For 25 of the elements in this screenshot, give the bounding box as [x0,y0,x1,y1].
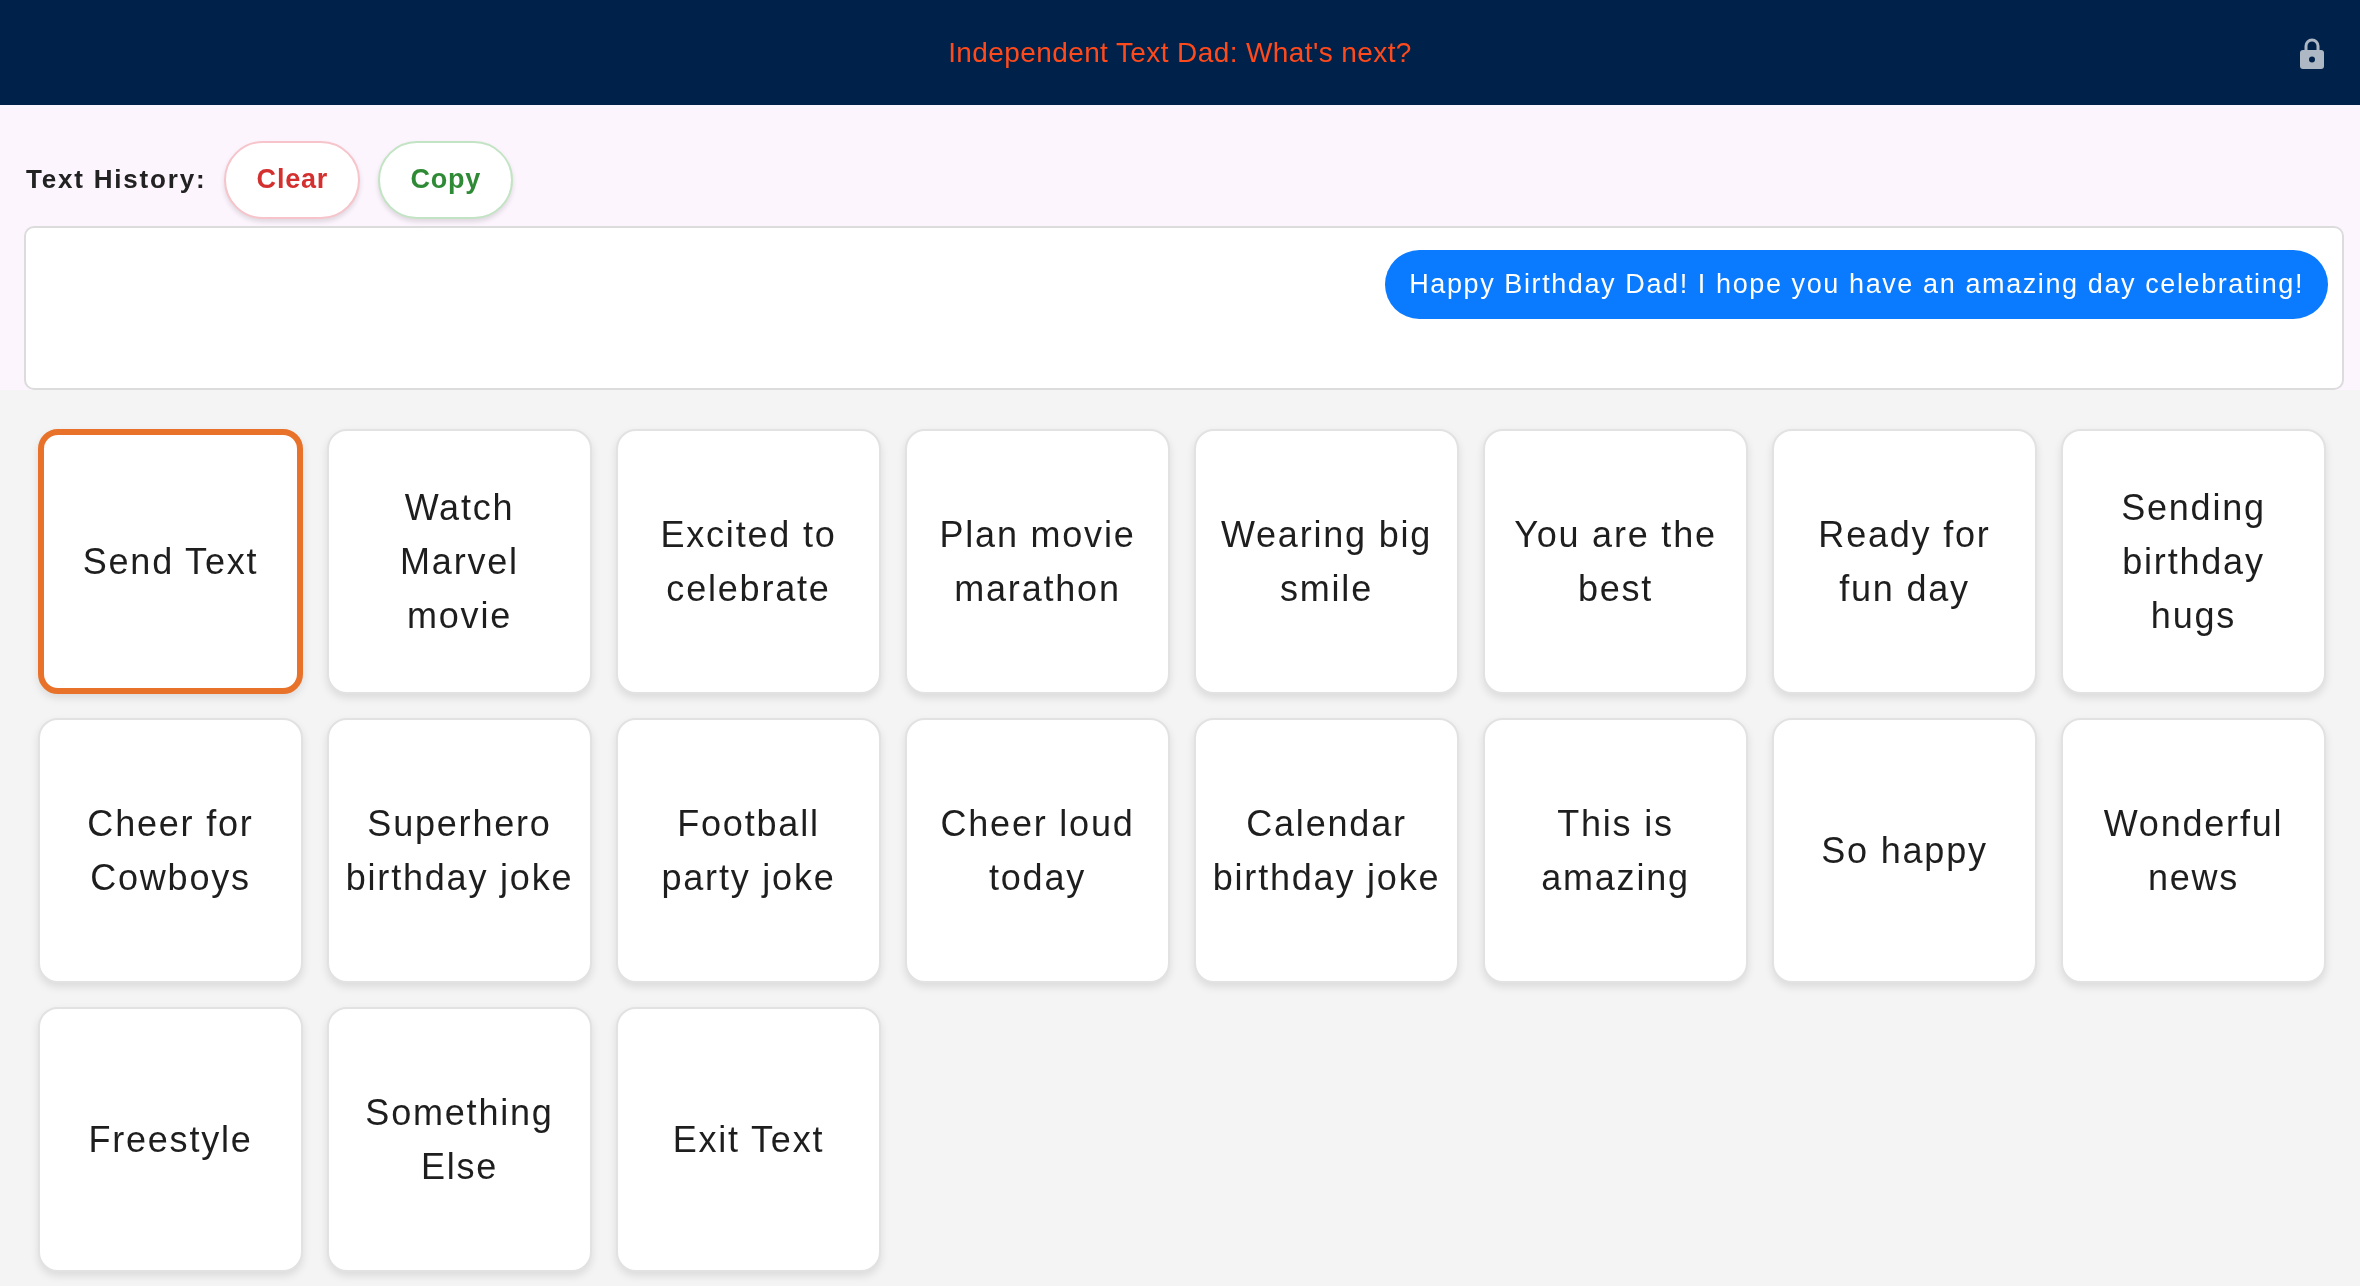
phrase-tile[interactable]: Wonderful news [2061,718,2326,983]
phrase-tile[interactable]: Calendar birthday joke [1194,718,1459,983]
phrase-tile[interactable]: Something Else [327,1007,592,1272]
phrase-tile[interactable]: Plan movie marathon [905,429,1170,694]
phrase-tile[interactable]: So happy [1772,718,2037,983]
phrase-tile[interactable]: Wearing big smile [1194,429,1459,694]
phrase-tile[interactable]: Ready for fun day [1772,429,2037,694]
phrase-tile[interactable]: Sending birthday hugs [2061,429,2326,694]
clear-button[interactable]: Clear [224,140,361,219]
lock-icon[interactable] [2300,36,2324,69]
phrase-tile[interactable]: You are the best [1483,429,1748,694]
phrase-tile[interactable]: Cheer for Cowboys [38,718,303,983]
screen-title: Independent Text Dad: What's next? [948,36,1412,69]
phrase-tile[interactable]: Football party joke [616,718,881,983]
phrase-tile[interactable]: Freestyle [38,1007,303,1272]
copy-button[interactable]: Copy [378,140,514,219]
phrase-tile[interactable]: Send Text [38,429,303,694]
phrase-tile[interactable]: Watch Marvel movie [327,429,592,694]
phrase-tile[interactable]: Exit Text [616,1007,881,1272]
phrase-tile[interactable]: Superhero birthday joke [327,718,592,983]
phrase-tile[interactable]: Cheer loud today [905,718,1170,983]
message-bubble: Happy Birthday Dad! I hope you have an amazing day celebrating! [1385,250,2328,319]
history-label: Text History: [26,164,207,195]
phrase-tile[interactable]: Excited to celebrate [616,429,881,694]
phrase-tile[interactable]: This is amazing [1483,718,1748,983]
